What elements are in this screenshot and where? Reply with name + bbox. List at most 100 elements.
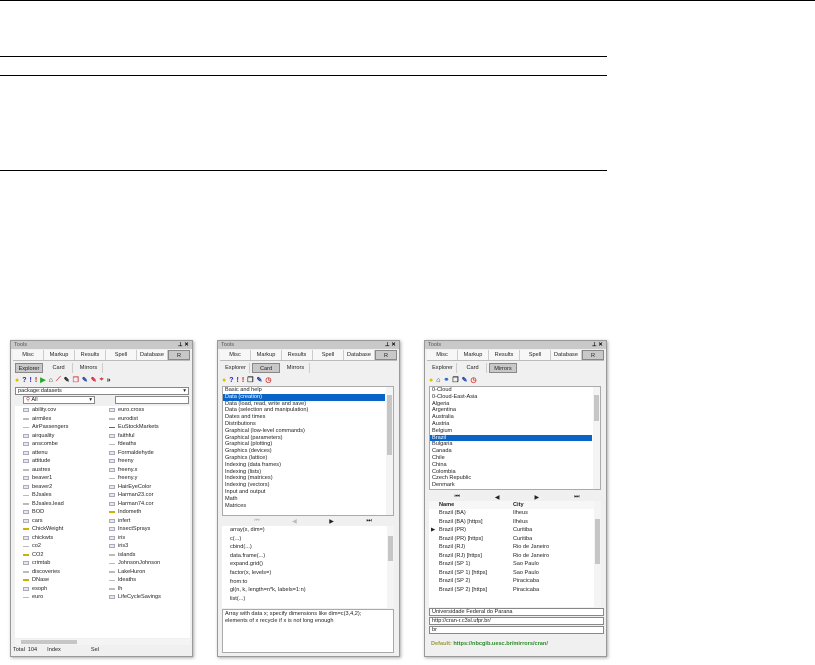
last-icon[interactable]: ⏭ <box>366 518 371 525</box>
dataset-item[interactable]: CO2 <box>23 551 68 560</box>
dataset-item[interactable]: euro.cross <box>109 406 161 415</box>
category-item[interactable]: Math <box>223 496 385 503</box>
subtab-card[interactable]: Card <box>252 363 280 373</box>
country-item[interactable]: Austria <box>430 421 592 428</box>
dataset-item[interactable]: ChickWeight <box>23 525 68 534</box>
pen-red-icon[interactable]: ✎ <box>91 376 97 384</box>
description-box[interactable]: Array with data x; specify dimensions li… <box>222 609 394 653</box>
function-item[interactable]: array(x, dim=) <box>222 526 394 535</box>
category-item[interactable]: Matrices <box>223 503 385 510</box>
country-item[interactable]: Algeria <box>430 401 592 408</box>
function-item[interactable]: gl(n, k, length=n*k, labels=1:n) <box>222 586 394 595</box>
category-item[interactable]: Data (creation) <box>223 393 385 401</box>
table-row[interactable]: Brazil (RJ) [https] Rio de Janeiro <box>429 552 601 561</box>
category-item[interactable]: Graphical (parameters) <box>223 435 385 442</box>
dataset-item[interactable]: AirPassengers <box>23 423 68 432</box>
dataset-item[interactable]: discoveries <box>23 568 68 577</box>
dataset-item[interactable]: freeny.y <box>109 474 161 483</box>
country-item[interactable]: Argentina <box>430 407 592 414</box>
exclaim-red-icon[interactable]: ! <box>35 377 37 384</box>
tab-results[interactable]: Results <box>489 350 520 360</box>
package-select[interactable]: package:datasets ▾ <box>15 387 189 395</box>
country-item[interactable]: Denmark <box>430 482 592 489</box>
function-item[interactable]: list(...) <box>222 595 394 604</box>
dataset-item[interactable]: lh <box>109 585 161 594</box>
dataset-item[interactable]: ldeaths <box>109 576 161 585</box>
history-icon[interactable]: ◷ <box>471 376 477 384</box>
tab-database[interactable]: Database <box>344 350 375 360</box>
country-item[interactable]: Brazil <box>430 434 592 442</box>
prev-icon[interactable]: ◀ <box>495 494 500 501</box>
dataset-item[interactable]: iris <box>109 534 161 543</box>
category-item[interactable]: Indexing (matrices) <box>223 475 385 482</box>
country-item[interactable]: Czech Republic <box>430 475 592 482</box>
category-item[interactable]: Basic and help <box>223 387 385 394</box>
dataset-item[interactable]: eurodist <box>109 415 161 424</box>
url-field[interactable]: http://cran-r.c3sl.ufpr.br/ <box>429 617 604 625</box>
dataset-item[interactable]: euro <box>23 593 68 602</box>
dataset-item[interactable]: freeny.x <box>109 466 161 475</box>
dataset-item[interactable]: ability.cov <box>23 406 68 415</box>
exclaim-red-icon[interactable]: ! <box>242 377 244 384</box>
tab-r[interactable]: R <box>582 350 604 360</box>
function-item[interactable]: from:to <box>222 578 394 587</box>
subtab-mirrors[interactable]: Mirrors <box>282 363 310 373</box>
category-item[interactable]: Data (load, read, write and save) <box>223 401 385 408</box>
tab-markup[interactable]: Markup <box>458 350 489 360</box>
dataset-item[interactable]: austres <box>23 466 68 475</box>
subtab-mirrors[interactable]: Mirrors <box>75 363 103 373</box>
help-icon[interactable]: ? <box>229 377 233 384</box>
category-item[interactable]: Indexing (data frames) <box>223 462 385 469</box>
country-item[interactable]: 0-Cloud-East-Asia <box>430 394 592 401</box>
function-item[interactable]: expand.grid() <box>222 560 394 569</box>
plot-icon[interactable]: ⟋ <box>56 376 61 384</box>
dataset-item[interactable]: crimtab <box>23 559 68 568</box>
dataset-item[interactable]: anscombe <box>23 440 68 449</box>
dataset-item[interactable]: cars <box>23 517 68 526</box>
table-row[interactable]: Brazil (SP 2) [https] Piracicaba <box>429 586 601 595</box>
category-item[interactable]: Indexing (vectors) <box>223 482 385 489</box>
country-item[interactable]: Colombia <box>430 469 592 476</box>
dataset-item[interactable]: freeny <box>109 457 161 466</box>
tab-spell[interactable]: Spell <box>313 350 344 360</box>
prev-icon[interactable]: ◀ <box>292 518 297 525</box>
dataset-item[interactable]: airmiles <box>23 415 68 424</box>
dataset-item[interactable]: airquality <box>23 432 68 441</box>
category-item[interactable]: Graphical (plotting) <box>223 441 385 448</box>
more-icon[interactable]: » <box>107 377 111 384</box>
pen-icon[interactable]: ✎ <box>462 376 468 384</box>
host-field[interactable]: Universidade Federal do Parana <box>429 608 604 616</box>
table-row[interactable]: Brazil (SP 1) Sao Paulo <box>429 560 601 569</box>
run-icon[interactable]: ▶ <box>40 376 45 384</box>
copy-icon[interactable]: ❐ <box>73 376 79 384</box>
bulb-icon[interactable]: ● <box>15 377 19 384</box>
category-item[interactable]: Dates and times <box>223 414 385 421</box>
link-icon[interactable]: ⚭ <box>443 376 449 384</box>
tab-results[interactable]: Results <box>75 350 106 360</box>
dataset-item[interactable]: EuStockMarkets <box>109 423 161 432</box>
function-item[interactable]: c(...) <box>222 535 394 544</box>
dataset-item[interactable]: BJsales.lead <box>23 500 68 509</box>
dataset-item[interactable]: Harman74.cor <box>109 500 161 509</box>
column-header-city[interactable]: City <box>513 501 587 509</box>
dataset-item[interactable]: faithful <box>109 432 161 441</box>
category-item[interactable]: Graphics (lattice) <box>223 455 385 462</box>
subtab-mirrors[interactable]: Mirrors <box>489 363 517 373</box>
category-item[interactable]: Input and output <box>223 489 385 496</box>
tab-r[interactable]: R <box>375 350 397 360</box>
category-item[interactable]: Data (selection and manipulation) <box>223 407 385 414</box>
dataset-item[interactable]: iris3 <box>109 542 161 551</box>
code-field[interactable]: br <box>429 626 604 634</box>
table-row[interactable]: ▶ Brazil (PR) Curitiba <box>429 526 601 535</box>
tab-misc[interactable]: Misc <box>220 350 251 360</box>
country-item[interactable]: 0-Cloud <box>430 387 592 394</box>
copy-icon[interactable]: ❐ <box>247 376 253 384</box>
filter-select[interactable]: ⚲ All ▾ <box>23 396 95 404</box>
dataset-item[interactable]: JohnsonJohnson <box>109 559 161 568</box>
tab-markup[interactable]: Markup <box>251 350 282 360</box>
dataset-item[interactable]: attitude <box>23 457 68 466</box>
country-item[interactable]: Bulgaria <box>430 441 592 448</box>
pen-icon[interactable]: ✎ <box>82 376 88 384</box>
edit-icon[interactable]: ✎ <box>64 376 70 384</box>
table-row[interactable]: Brazil (PR) [https] Curitiba <box>429 535 601 544</box>
